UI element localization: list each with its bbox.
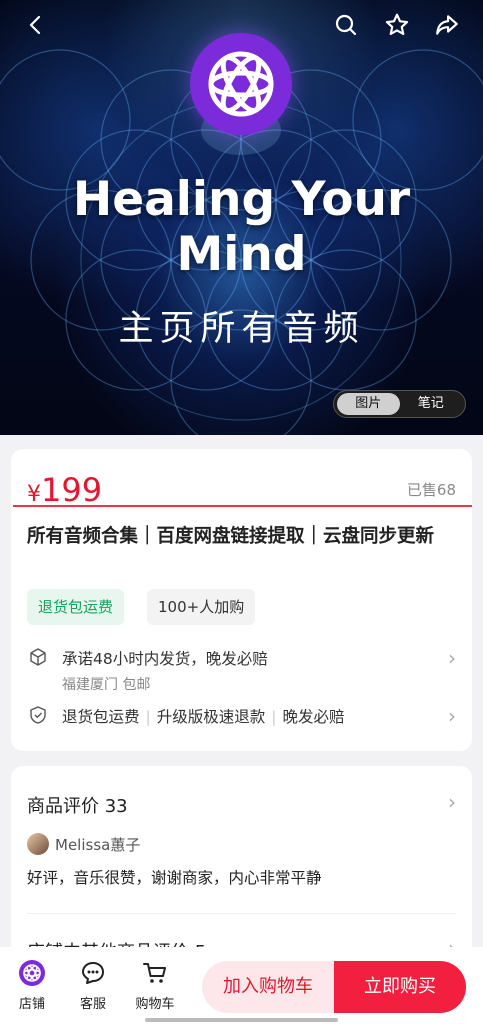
delivery-promise: 承诺48小时内发货，晚发必赔	[62, 650, 268, 668]
tab-images[interactable]: 图片	[337, 393, 400, 415]
guarantee-late: 晚发必赔	[282, 708, 345, 726]
back-button[interactable]	[22, 11, 50, 39]
brand-logo	[190, 33, 292, 135]
cart-count-tag: 100+人加购	[147, 589, 256, 625]
store-label: 店铺	[18, 997, 45, 1012]
sold-count: 已售68	[406, 481, 456, 499]
cart-label: 购物车	[135, 997, 175, 1012]
chat-bubble-icon	[82, 962, 104, 984]
shopping-cart-icon	[143, 963, 166, 983]
return-shipping-tag: 退货包运费	[27, 589, 125, 625]
review-text: 好评，音乐很赞，谢谢商家，内心非常平静	[27, 869, 322, 887]
chevron-right-icon: ›	[448, 646, 456, 670]
customer-service-button[interactable]: 客服	[68, 959, 118, 1012]
share-icon	[436, 15, 458, 35]
product-image-gallery[interactable]: Healing Your Mind 主页所有音频 图片 笔记	[0, 0, 483, 435]
tab-notes[interactable]: 笔记	[400, 393, 463, 415]
share-button[interactable]	[433, 11, 461, 39]
package-icon	[30, 648, 46, 666]
favorite-button[interactable]	[383, 11, 411, 39]
chevron-right-icon: ›	[448, 790, 456, 814]
home-indicator	[145, 1018, 338, 1022]
guarantee-return: 退货包运费	[62, 708, 140, 726]
price-underline	[13, 505, 472, 507]
hero-subtitle: 主页所有音频	[118, 309, 365, 349]
reviews-title: 商品评价 33	[27, 796, 128, 817]
product-title: 所有音频合集｜百度网盘链接提取｜云盘同步更新	[27, 526, 435, 547]
shield-check-icon	[30, 706, 46, 724]
hero-title: Healing Your Mind	[72, 172, 411, 282]
store-logo-icon	[19, 960, 45, 986]
store-button[interactable]: 店铺	[7, 959, 57, 1012]
media-segment-control: 图片 笔记	[333, 390, 466, 418]
search-button[interactable]	[332, 11, 360, 39]
search-icon	[335, 14, 357, 36]
flower-of-life-icon	[208, 51, 274, 117]
divider: |	[145, 708, 151, 726]
divider	[27, 913, 456, 914]
delivery-origin: 福建厦门 包邮	[62, 677, 151, 693]
chevron-right-icon: ›	[448, 704, 456, 728]
guarantee-list: 退货包运费 | 升级版极速退款 | 晚发必赔	[62, 705, 345, 727]
price: ¥199	[27, 471, 102, 509]
currency-symbol: ¥	[27, 482, 41, 507]
star-icon	[385, 13, 409, 36]
cart-button[interactable]: 购物车	[130, 959, 180, 1012]
service-label: 客服	[79, 997, 106, 1012]
price-value: 199	[41, 471, 103, 509]
add-to-cart-button[interactable]: 加入购物车	[202, 961, 334, 1013]
buy-now-button[interactable]: 立即购买	[334, 961, 466, 1013]
avatar	[27, 833, 49, 855]
review-username: Melissa蕙子	[55, 836, 141, 854]
bottom-action-bar: 店铺 客服 购物车 加入购物车 立即购买	[0, 947, 483, 1024]
product-info-card: ¥199 已售68 所有音频合集｜百度网盘链接提取｜云盘同步更新 退货包运费 1…	[11, 449, 472, 751]
divider: |	[271, 708, 277, 726]
guarantee-refund: 升级版极速退款	[156, 708, 266, 726]
chevron-left-icon	[29, 15, 41, 35]
